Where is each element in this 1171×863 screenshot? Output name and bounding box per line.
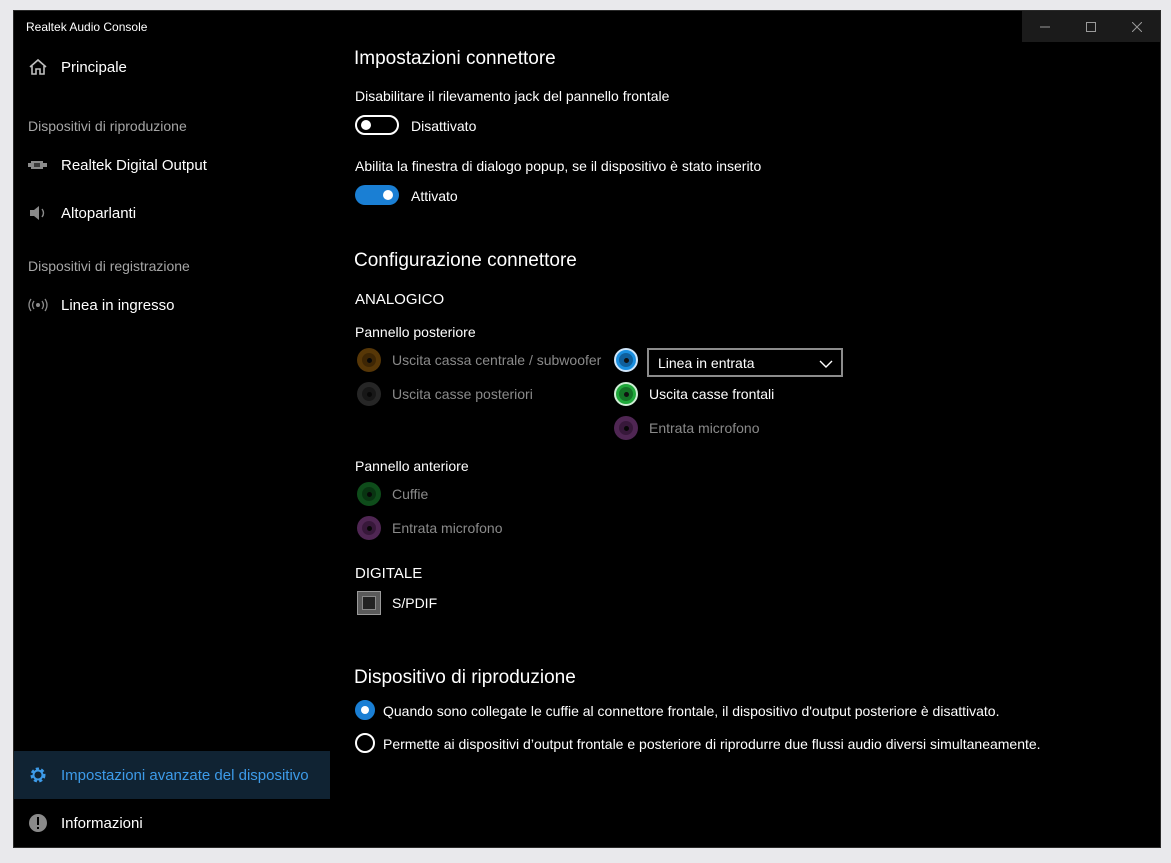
dropdown-value: Linea in entrata xyxy=(658,355,755,371)
sidebar-item-label: Realtek Digital Output xyxy=(61,156,207,174)
front-jack-label: Cuffie xyxy=(392,486,429,502)
spdif-icon[interactable] xyxy=(357,591,381,615)
popup-dialog-label: Abilita la finestra di dialogo popup, se… xyxy=(355,158,762,174)
rear-jack-label: Uscita cassa centrale / subwoofer xyxy=(392,352,602,368)
jack-blue-icon[interactable] xyxy=(614,348,638,372)
jack-detection-state: Disattivato xyxy=(411,118,477,134)
playback-option-radio-1[interactable] xyxy=(355,700,375,720)
rear-panel-label: Pannello posteriore xyxy=(355,324,476,340)
maximize-button[interactable] xyxy=(1068,11,1114,42)
playback-option-label: Quando sono collegate le cuffie al conne… xyxy=(383,703,1000,719)
speaker-icon xyxy=(28,203,48,223)
close-icon xyxy=(1132,21,1142,32)
maximize-icon xyxy=(1086,21,1096,32)
sidebar-item-label: Informazioni xyxy=(61,814,143,832)
sidebar-section-recording: Dispositivi di registrazione xyxy=(28,258,190,274)
front-jack-label: Entrata microfono xyxy=(392,520,503,536)
jack-pink-icon[interactable] xyxy=(614,416,638,440)
connector-config-title: Configurazione connettore xyxy=(354,250,577,271)
window-controls xyxy=(1022,11,1160,42)
front-panel-label: Pannello anteriore xyxy=(355,458,469,474)
jack-orange-icon[interactable] xyxy=(357,348,381,372)
sidebar-item-speakers[interactable]: Altoparlanti xyxy=(14,189,330,237)
sidebar-item-info[interactable]: Informazioni xyxy=(14,799,330,847)
spdif-label: S/PDIF xyxy=(392,595,438,611)
jack-detection-toggle[interactable] xyxy=(355,115,399,135)
line-in-icon xyxy=(28,295,48,315)
jack-green-icon[interactable] xyxy=(357,482,381,506)
jack-green-icon[interactable] xyxy=(614,382,638,406)
rear-jack-label: Uscita casse posteriori xyxy=(392,386,533,402)
sidebar-item-home[interactable]: Principale xyxy=(14,43,330,91)
gear-icon xyxy=(28,765,48,785)
rear-jack-label: Uscita casse frontali xyxy=(649,386,775,402)
sidebar-item-label: Linea in ingresso xyxy=(61,296,175,314)
close-button[interactable] xyxy=(1114,11,1160,42)
jack-black-icon[interactable] xyxy=(357,382,381,406)
minimize-icon xyxy=(1040,26,1050,27)
app-window: Realtek Audio Console Principale Disposi… xyxy=(13,10,1161,848)
playback-option-radio-2[interactable] xyxy=(355,733,375,753)
digital-label: DIGITALE xyxy=(355,565,423,582)
rear-jack-label: Entrata microfono xyxy=(649,420,760,436)
connector-settings-title: Impostazioni connettore xyxy=(354,48,556,69)
sidebar-item-label: Principale xyxy=(61,58,127,76)
sidebar-item-label: Altoparlanti xyxy=(61,204,137,222)
playback-device-title: Dispositivo di riproduzione xyxy=(354,667,576,688)
chevron-down-icon xyxy=(819,356,833,374)
window-title: Realtek Audio Console xyxy=(26,20,148,34)
line-in-dropdown[interactable]: Linea in entrata xyxy=(647,348,843,377)
info-icon xyxy=(28,813,48,833)
sidebar-item-advanced-settings[interactable]: Impostazioni avanzate del dispositivo xyxy=(14,751,330,799)
sidebar-item-line-in[interactable]: Linea in ingresso xyxy=(14,281,330,329)
sidebar-section-playback: Dispositivi di riproduzione xyxy=(28,118,187,134)
sidebar-item-digital-output[interactable]: Realtek Digital Output xyxy=(14,141,330,189)
popup-dialog-toggle[interactable] xyxy=(355,185,399,205)
jack-pink-icon[interactable] xyxy=(357,516,381,540)
minimize-button[interactable] xyxy=(1022,11,1068,42)
analog-label: ANALOGICO xyxy=(355,291,445,308)
digital-output-icon xyxy=(28,155,48,175)
popup-dialog-state: Attivato xyxy=(411,188,458,204)
sidebar-item-label: Impostazioni avanzate del dispositivo xyxy=(61,766,309,784)
home-icon xyxy=(28,57,48,77)
playback-option-label: Permette ai dispositivi d’output frontal… xyxy=(383,736,1041,752)
jack-detection-label: Disabilitare il rilevamento jack del pan… xyxy=(355,88,670,104)
